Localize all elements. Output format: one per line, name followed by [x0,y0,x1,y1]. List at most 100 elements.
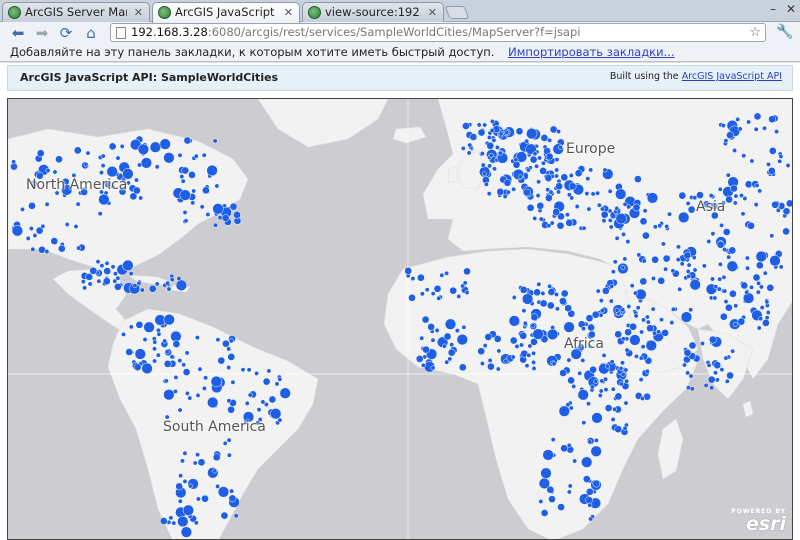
city-point[interactable] [635,305,641,311]
esri-attribution-logo[interactable]: POWERED BY esri [731,508,786,534]
city-point[interactable] [560,444,568,453]
city-point[interactable] [642,231,650,240]
city-point[interactable] [605,363,610,369]
city-point[interactable] [463,267,471,276]
city-point[interactable] [620,265,626,270]
city-point[interactable] [686,273,692,279]
city-point[interactable] [519,331,528,340]
city-point[interactable] [639,329,645,335]
city-point[interactable] [226,398,232,404]
city-point[interactable] [447,356,453,362]
city-point[interactable] [726,371,734,380]
city-point[interactable] [244,400,250,406]
city-point[interactable] [171,520,177,526]
city-point[interactable] [159,517,168,525]
city-point[interactable] [268,395,277,404]
city-point[interactable] [44,249,50,254]
city-point[interactable] [494,144,500,150]
city-point[interactable] [597,393,603,398]
city-point[interactable] [228,494,237,503]
city-point[interactable] [740,281,749,290]
city-point[interactable] [270,408,282,420]
city-point[interactable] [732,321,738,327]
city-point[interactable] [404,267,413,275]
city-point[interactable] [609,283,615,289]
city-point[interactable] [769,233,775,239]
city-point[interactable] [641,258,647,264]
city-point[interactable] [615,188,627,200]
city-point[interactable] [227,353,236,361]
city-point[interactable] [132,283,138,289]
city-point[interactable] [607,188,613,194]
city-point[interactable] [646,192,659,204]
city-point[interactable] [574,204,580,209]
city-point[interactable] [233,513,239,519]
city-point[interactable] [461,324,467,330]
city-point[interactable] [201,494,209,503]
city-point[interactable] [182,450,188,456]
city-point[interactable] [722,247,728,252]
city-point[interactable] [159,138,171,150]
city-point[interactable] [730,184,738,193]
city-point[interactable] [775,207,781,213]
city-point[interactable] [247,392,253,398]
city-point[interactable] [771,200,779,209]
city-point[interactable] [221,214,230,222]
city-point[interactable] [754,183,760,188]
city-point[interactable] [749,158,755,164]
city-point[interactable] [217,356,226,365]
city-point[interactable] [152,346,157,352]
city-point[interactable] [757,188,763,194]
city-point[interactable] [785,199,793,208]
city-point[interactable] [175,279,188,291]
city-point[interactable] [193,153,199,159]
city-point[interactable] [608,224,614,230]
city-point[interactable] [642,208,648,214]
city-point[interactable] [206,164,218,177]
city-point[interactable] [517,174,523,180]
city-point[interactable] [226,452,232,458]
city-point[interactable] [177,407,183,413]
city-point[interactable] [195,392,201,398]
city-point[interactable] [522,320,528,326]
city-point[interactable] [254,370,260,376]
city-point[interactable] [652,330,658,336]
city-point[interactable] [723,299,729,305]
city-point[interactable] [586,401,591,407]
city-point[interactable] [508,315,520,327]
city-point[interactable] [732,148,738,153]
city-point[interactable] [190,200,196,206]
city-point[interactable] [143,321,155,333]
city-point[interactable] [121,331,126,337]
city-point[interactable] [279,387,291,399]
city-point[interactable] [650,306,656,312]
city-point[interactable] [262,377,271,386]
city-point[interactable] [670,268,676,274]
city-point[interactable] [165,280,171,286]
city-point[interactable] [733,303,739,309]
city-point[interactable] [777,158,783,164]
city-point[interactable] [184,390,190,396]
city-point[interactable] [197,366,203,372]
city-point[interactable] [535,193,541,199]
city-point[interactable] [526,352,532,358]
city-point[interactable] [57,244,66,253]
city-point[interactable] [685,370,691,376]
city-point[interactable] [98,193,110,206]
city-point[interactable] [531,350,537,356]
city-point[interactable] [212,203,224,215]
city-point[interactable] [483,181,489,187]
city-point[interactable] [212,138,218,144]
city-point[interactable] [719,222,725,228]
city-point[interactable] [559,297,567,305]
city-point[interactable] [755,289,761,295]
city-point[interactable] [179,189,191,201]
city-point[interactable] [195,452,201,458]
city-point[interactable] [558,405,570,417]
city-point[interactable] [739,193,744,198]
city-point[interactable] [601,218,607,224]
bookmark-star-icon[interactable]: ☆ [749,24,761,41]
city-point[interactable] [213,222,218,228]
city-point[interactable] [112,271,118,277]
city-point[interactable] [97,211,103,217]
